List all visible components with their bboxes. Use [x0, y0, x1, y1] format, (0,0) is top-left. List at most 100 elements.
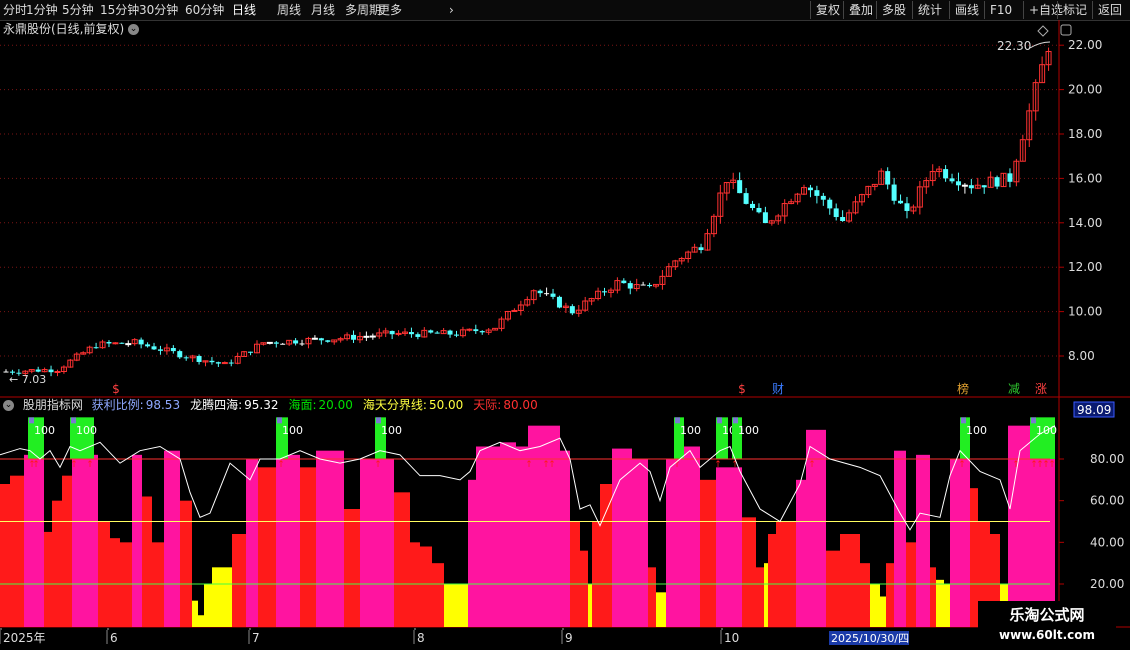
- candle-body: [466, 328, 473, 331]
- period-tab-3[interactable]: 15分钟: [100, 2, 139, 18]
- indicator-chart[interactable]: 100100100100100100100100100↑↑↑↑↑↑↑↑↑↑↑↑↑…: [0, 394, 1130, 630]
- candle: [466, 328, 473, 332]
- indicator-bar: [300, 467, 316, 627]
- candle: [794, 192, 801, 205]
- toolbar-button-7[interactable]: 返回: [1092, 1, 1127, 19]
- indicator-bar: [380, 459, 394, 627]
- period-tab-2[interactable]: 5分钟: [62, 2, 94, 18]
- candle-body: [293, 340, 299, 344]
- indicator-bar: [232, 534, 246, 627]
- period-tab-6[interactable]: 日线: [232, 2, 256, 18]
- toolbar-button-4[interactable]: 画线: [949, 1, 984, 19]
- candle: [756, 203, 762, 214]
- indicator-bar: [276, 454, 300, 627]
- date-label-2: 7: [252, 631, 260, 645]
- price-tick-label: 18.00: [1068, 127, 1102, 141]
- candle: [955, 172, 961, 191]
- candle: [994, 175, 1000, 190]
- candle-body: [904, 203, 910, 211]
- candle: [607, 287, 614, 298]
- candle: [1007, 168, 1013, 188]
- toolbar-button-3[interactable]: 统计: [912, 1, 947, 19]
- price-tick-label: 14.00: [1068, 216, 1102, 230]
- price-tick-label: 22.00: [1068, 38, 1102, 52]
- signal-label: 100: [76, 424, 97, 437]
- indicator-bar: [528, 425, 560, 627]
- toolbar-button-0[interactable]: 复权: [810, 1, 845, 19]
- candle: [652, 283, 659, 289]
- candle: [717, 184, 724, 224]
- candle: [672, 259, 679, 270]
- candle: [415, 332, 421, 340]
- candle-body: [647, 284, 653, 287]
- period-tab-8[interactable]: 月线: [311, 2, 335, 18]
- candle: [138, 337, 144, 349]
- candle-body: [698, 247, 704, 251]
- toolbar-button-2[interactable]: 多股: [876, 1, 911, 19]
- candle: [640, 281, 646, 286]
- period-tab-9[interactable]: 多周期: [345, 2, 381, 18]
- candle: [768, 219, 775, 226]
- indicator-bar: [258, 467, 276, 627]
- price-chart[interactable]: 22.00 20.00 18.00 16.00 14.00 12.00 10.00 8.00 2…: [0, 20, 1130, 400]
- indicator-bar: [212, 567, 232, 627]
- candle: [106, 340, 112, 348]
- indicator-bar: [24, 454, 44, 627]
- candle-body: [183, 357, 189, 359]
- candle: [163, 343, 170, 355]
- candle: [524, 296, 531, 307]
- diamond-icon[interactable]: [1037, 25, 1049, 37]
- candle: [80, 351, 87, 355]
- date-label-5: 10: [724, 631, 739, 645]
- candle: [898, 194, 904, 204]
- candle-body: [840, 217, 846, 222]
- candle: [131, 338, 138, 346]
- candle: [41, 367, 48, 373]
- period-tab-7[interactable]: 周线: [277, 2, 301, 18]
- candle: [209, 357, 215, 365]
- candle: [48, 365, 54, 377]
- cursor-date-label: 2025/10/30/四: [831, 632, 909, 645]
- indicator-bar: [198, 615, 204, 627]
- candle: [517, 300, 524, 316]
- indicator-bar: [560, 450, 570, 627]
- toolbar-button-5[interactable]: F10: [984, 1, 1017, 19]
- candle: [447, 329, 453, 338]
- signal-label: 100: [680, 424, 701, 437]
- indicator-bar: [826, 550, 840, 627]
- panel-toggle-icon[interactable]: [1060, 24, 1072, 36]
- candle: [382, 327, 389, 338]
- candle: [369, 333, 376, 340]
- indicator-bar: [316, 450, 344, 627]
- candle-body: [569, 306, 575, 314]
- period-tab-1[interactable]: 1分钟: [26, 2, 58, 18]
- signal-label: 100: [966, 424, 987, 437]
- candle: [428, 329, 434, 334]
- candle: [904, 196, 910, 219]
- candle: [504, 310, 511, 322]
- candle: [356, 332, 363, 344]
- candle: [1019, 134, 1026, 162]
- candle: [840, 210, 846, 222]
- candle-body: [311, 337, 318, 340]
- candle: [395, 330, 402, 337]
- chevron-right-icon[interactable]: ›: [449, 2, 454, 18]
- candle: [112, 342, 119, 345]
- candle-body: [215, 362, 221, 364]
- period-tab-4[interactable]: 30分钟: [139, 2, 178, 18]
- candle: [234, 352, 241, 365]
- period-tab-10[interactable]: 更多: [378, 2, 402, 18]
- mark-button[interactable]: 标记: [1057, 1, 1092, 19]
- candle: [434, 330, 440, 334]
- toolbar-button-1[interactable]: 叠加: [843, 1, 878, 19]
- candle: [344, 332, 351, 341]
- candle: [280, 342, 286, 345]
- period-tab-0[interactable]: 分时: [3, 2, 27, 18]
- candle-body: [112, 342, 119, 345]
- candle: [949, 173, 955, 184]
- candle-body: [138, 339, 144, 345]
- candle: [248, 351, 254, 356]
- period-tab-5[interactable]: 60分钟: [185, 2, 224, 18]
- current-value-label: 98.09: [1077, 403, 1111, 417]
- indicator-bar: [742, 517, 756, 627]
